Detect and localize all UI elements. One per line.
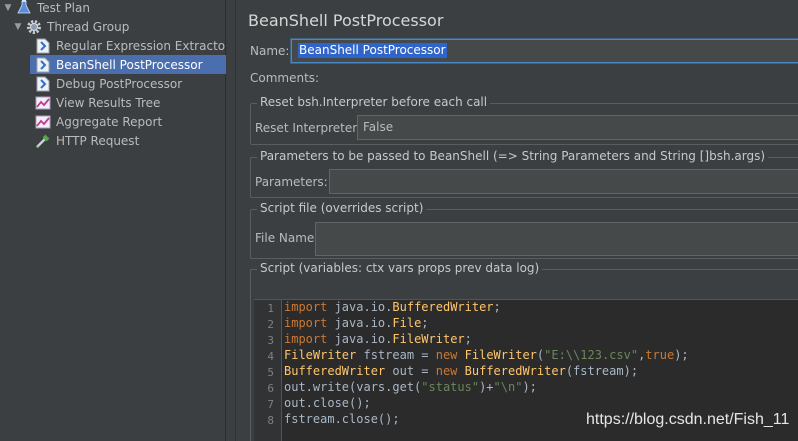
parameters-input[interactable] xyxy=(329,169,798,194)
document-icon xyxy=(35,76,51,92)
flask-icon xyxy=(16,0,32,16)
expand-arrow-icon[interactable]: ▼ xyxy=(13,22,23,32)
line-number: 3 xyxy=(267,334,274,347)
tree-item-view-results-tree[interactable]: View Results Tree xyxy=(35,93,160,112)
tree-item-label: HTTP Request xyxy=(56,133,140,148)
line-number-gutter: 1 2 3 4 5 6 7 8 xyxy=(254,300,282,441)
parameters-label: Parameters: xyxy=(255,175,328,189)
line-number: 2 xyxy=(267,318,274,331)
group-title: Script file (overrides script) xyxy=(257,201,427,215)
tree-item-regex-extractor[interactable]: Regular Expression Extractor xyxy=(35,36,230,55)
chart-icon xyxy=(35,95,51,111)
document-icon xyxy=(35,38,51,54)
tree-item-label: Aggregate Report xyxy=(56,114,163,129)
reset-interpreter-field[interactable]: False xyxy=(357,115,798,140)
code-line: out.write(vars.get("status")+"\n"); xyxy=(284,380,537,394)
code-line: BufferedWriter out = new BufferedWriter(… xyxy=(284,364,639,378)
line-number: 4 xyxy=(267,350,274,363)
gear-icon xyxy=(26,19,42,35)
page-title: BeanShell PostProcessor xyxy=(248,11,444,30)
tree-item-test-plan[interactable]: ▼ Test Plan xyxy=(3,0,90,17)
tree-item-aggregate-report[interactable]: Aggregate Report xyxy=(35,112,162,131)
line-number: 1 xyxy=(267,302,274,315)
code-line: import java.io.FileWriter; xyxy=(284,332,472,346)
code-line: FileWriter fstream = new FileWriter("E:\… xyxy=(284,348,689,362)
file-name-input[interactable] xyxy=(315,222,798,256)
code-line: out.close(); xyxy=(284,396,371,410)
chart-icon xyxy=(35,114,51,130)
reset-interpreter-label: Reset Interpreter: xyxy=(255,121,362,135)
tree-item-label: View Results Tree xyxy=(56,95,161,110)
document-icon xyxy=(35,57,51,73)
code-line: import java.io.BufferedWriter; xyxy=(284,300,501,314)
group-title: Reset bsh.Interpreter before each call xyxy=(257,95,491,109)
expand-arrow-icon[interactable]: ▼ xyxy=(3,3,13,13)
tree-item-beanshell-postprocessor[interactable]: BeanShell PostProcessor xyxy=(30,55,226,74)
group-title: Script (variables: ctx vars props prev d… xyxy=(257,261,543,275)
line-number: 8 xyxy=(267,414,274,427)
tree-item-label: Debug PostProcessor xyxy=(56,76,183,91)
watermark-text: https://blog.csdn.net/Fish_11 xyxy=(586,411,790,428)
panel-splitter[interactable] xyxy=(226,0,236,441)
file-name-label: File Name: xyxy=(255,231,319,245)
test-plan-tree[interactable]: ▼ Test Plan ▼ Thread Group Regular Expre… xyxy=(0,0,230,441)
tree-item-label: Test Plan xyxy=(37,0,90,15)
comments-label: Comments: xyxy=(250,71,320,85)
pipette-icon xyxy=(35,133,51,149)
group-title: Parameters to be passed to BeanShell (=>… xyxy=(257,149,769,163)
code-line: import java.io.File; xyxy=(284,316,429,330)
tree-item-thread-group[interactable]: ▼ Thread Group xyxy=(13,17,129,36)
tree-item-label: Regular Expression Extractor xyxy=(56,38,231,53)
reset-interpreter-value: False xyxy=(363,120,394,134)
postprocessor-panel: BeanShell PostProcessor Name: BeanShell … xyxy=(236,0,798,441)
line-number: 5 xyxy=(267,366,274,379)
line-number: 7 xyxy=(267,398,274,411)
tree-item-http-request[interactable]: HTTP Request xyxy=(35,131,139,150)
code-line: fstream.close(); xyxy=(284,412,400,426)
line-number: 6 xyxy=(267,382,274,395)
name-input[interactable]: BeanShell PostProcessor xyxy=(291,39,798,63)
name-input-value: BeanShell PostProcessor xyxy=(298,43,447,58)
tree-item-label: Thread Group xyxy=(47,19,130,34)
name-label: Name: xyxy=(250,44,290,58)
tree-item-debug-postprocessor[interactable]: Debug PostProcessor xyxy=(35,74,182,93)
tree-item-label: BeanShell PostProcessor xyxy=(56,57,203,72)
